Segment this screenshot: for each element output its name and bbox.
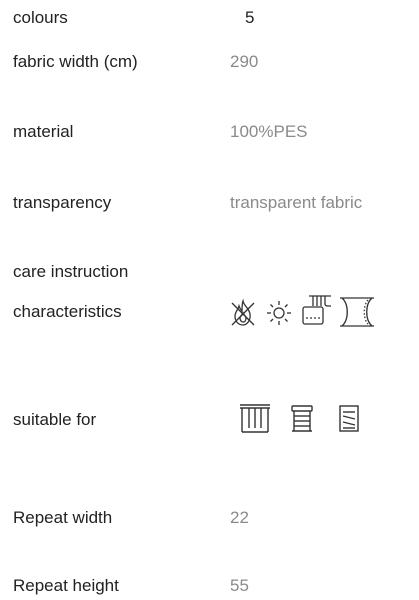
spec-value-repeat-width: 22 — [230, 508, 249, 527]
sun-resistant-icon — [264, 298, 294, 328]
spec-value-material: 100%PES — [230, 122, 308, 141]
spec-label-care-instruction: care instruction — [13, 262, 129, 281]
spec-label-repeat-height: Repeat height — [13, 576, 119, 595]
spec-label-fabric-width: fabric width (cm) — [13, 52, 138, 71]
spec-value-transparency: transparent fabric — [230, 193, 363, 212]
roman-blind-icon — [338, 404, 360, 434]
sheer-curtain-icon — [339, 296, 375, 328]
spec-value-colours: 5 — [245, 8, 255, 27]
spec-label-colours: colours — [13, 8, 68, 27]
spec-value-repeat-height: 55 — [230, 576, 249, 595]
spec-label-material: material — [13, 122, 74, 141]
spec-label-repeat-width: Repeat width — [13, 508, 113, 527]
spec-value-fabric-width: 290 — [230, 52, 259, 71]
flame-retardant-icon — [229, 298, 257, 328]
spec-label-transparency: transparency — [13, 193, 112, 212]
spec-label-characteristics: characteristics — [13, 302, 122, 321]
washable-icon — [301, 294, 333, 328]
curtain-icon — [239, 402, 271, 434]
roller-blind-icon — [291, 404, 313, 434]
spec-label-suitable-for: suitable for — [13, 410, 97, 429]
